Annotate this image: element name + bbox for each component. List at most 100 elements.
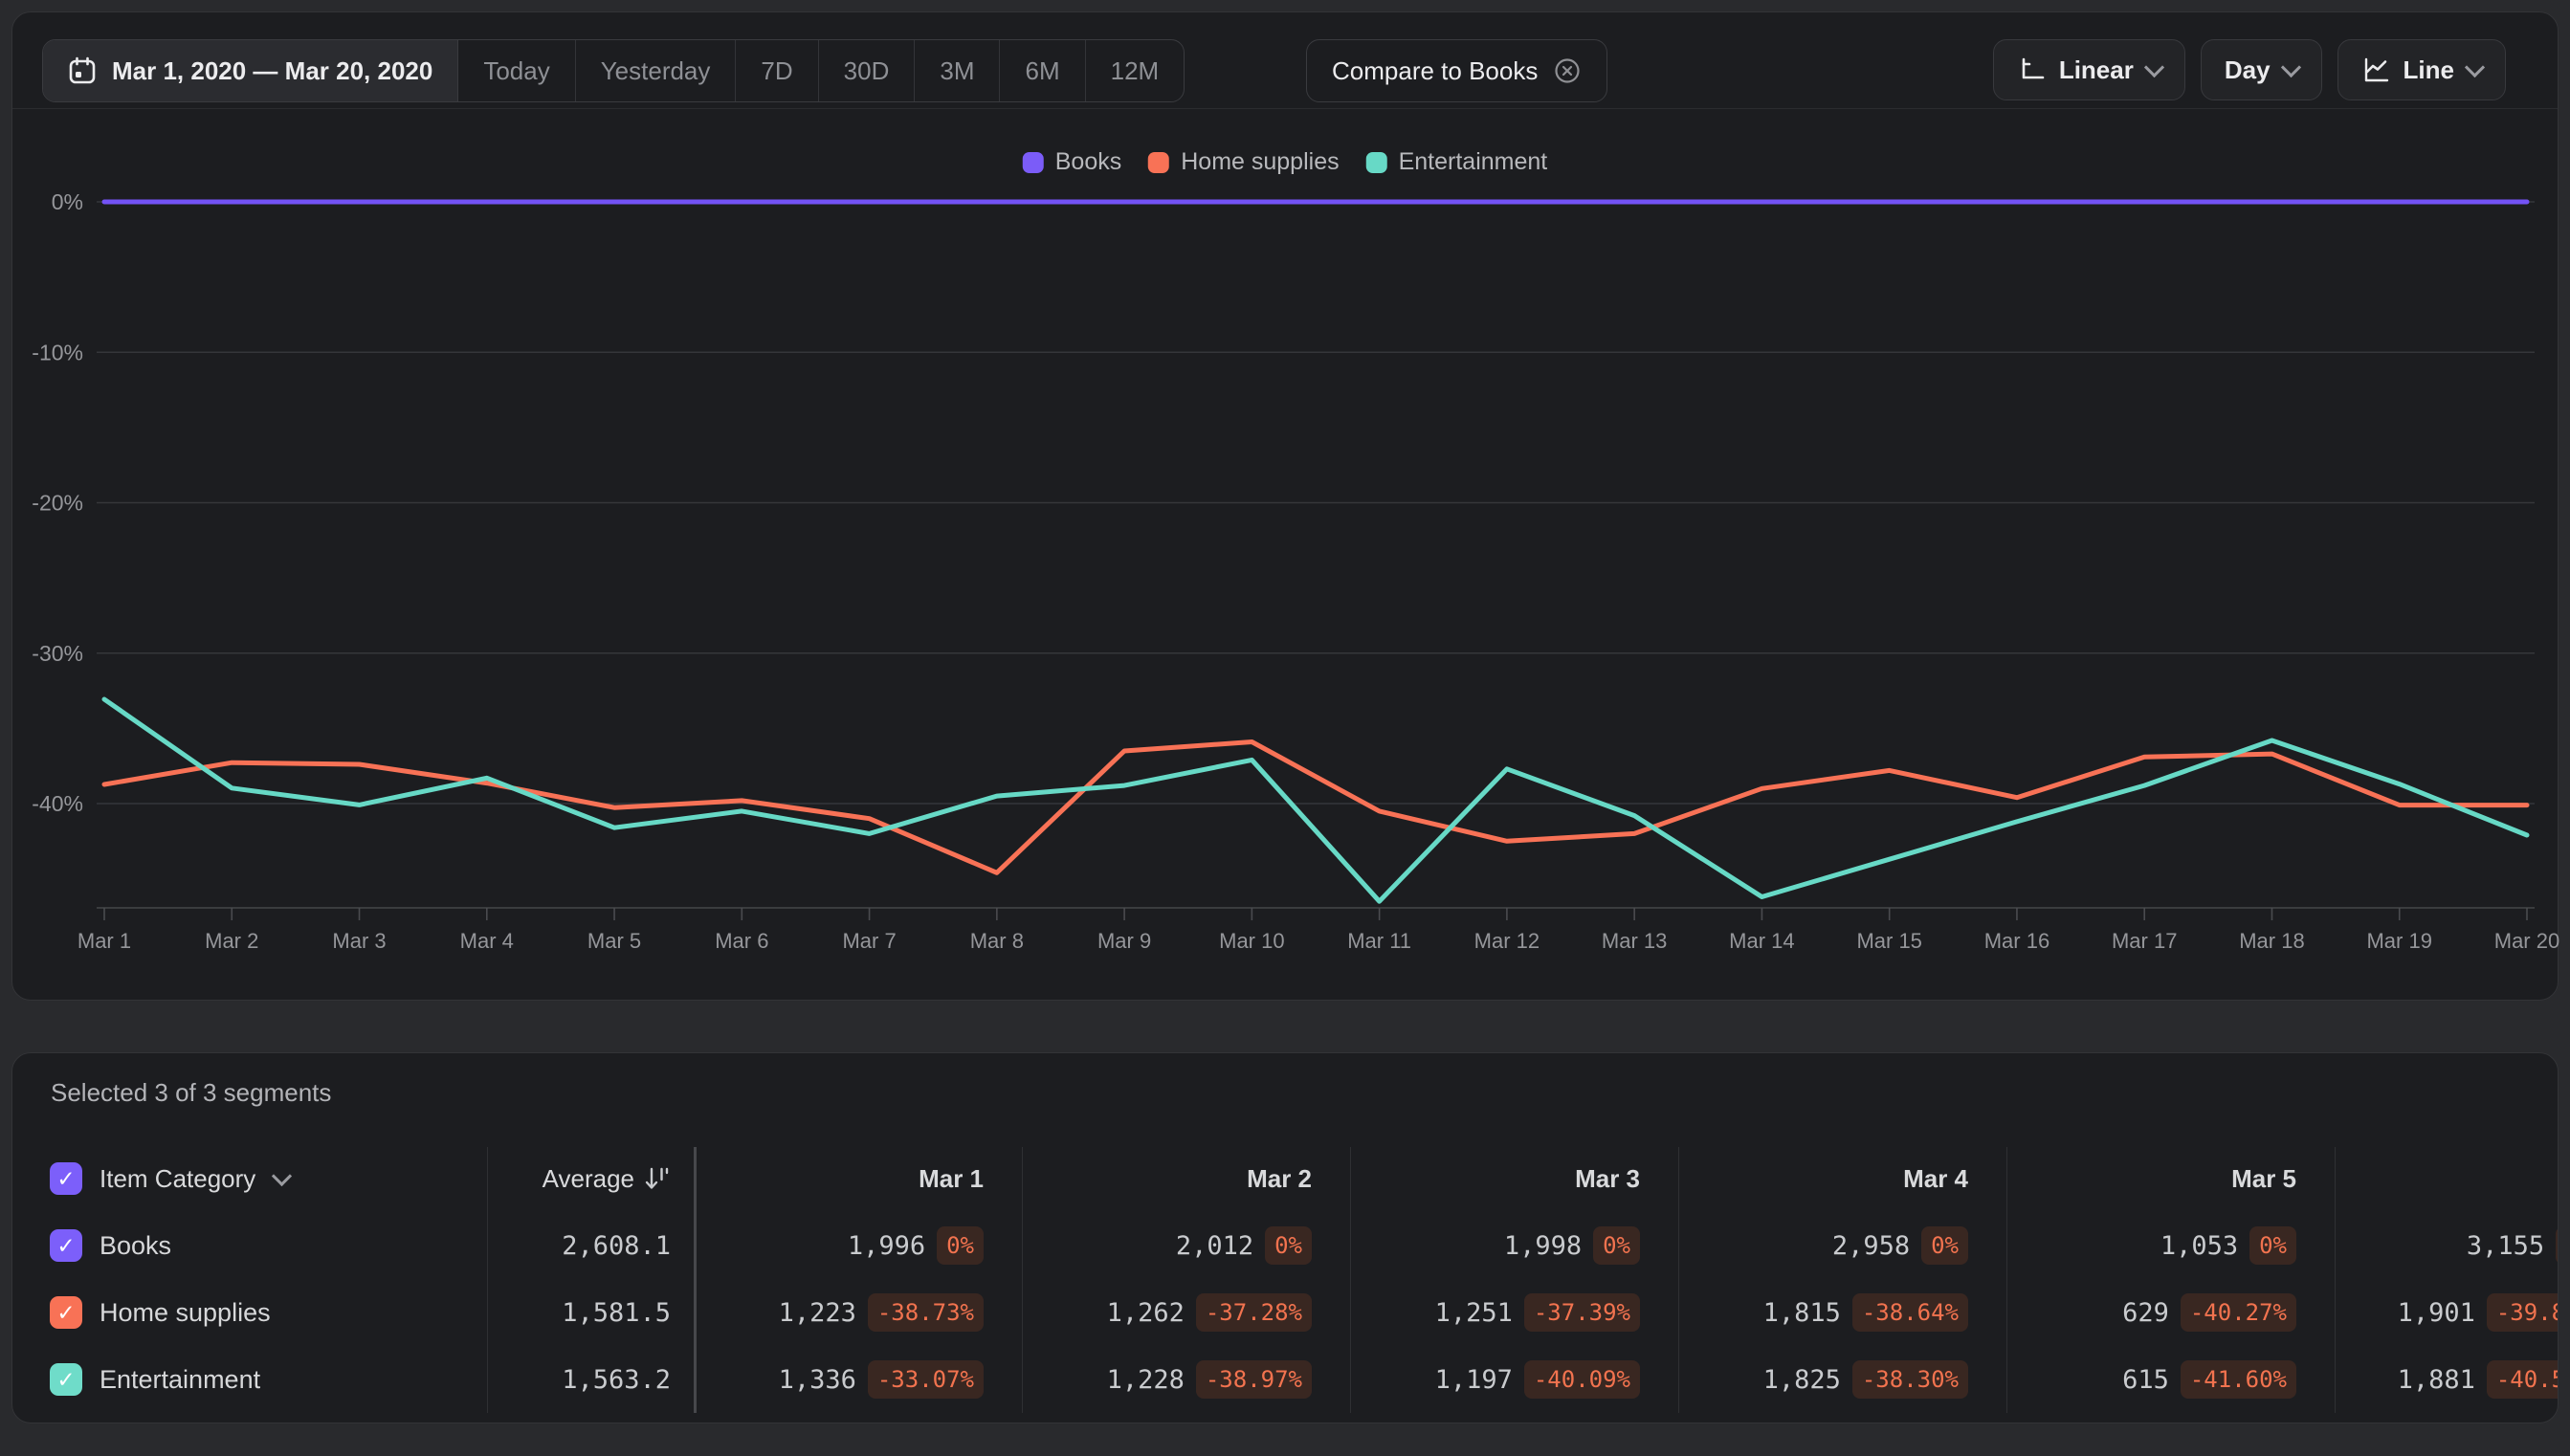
- quick-range-12m[interactable]: 12M: [1086, 40, 1185, 101]
- percent-change-badge: -33.07%: [867, 1360, 984, 1399]
- chart-type-dropdown[interactable]: Line: [2337, 39, 2506, 100]
- day-header-cell[interactable]: Mar 1: [694, 1164, 1022, 1194]
- x-axis-label: Mar 2: [205, 929, 258, 953]
- quick-range-yesterday[interactable]: Yesterday: [576, 40, 737, 101]
- percent-change-badge: -38.64%: [1851, 1293, 1968, 1332]
- day-value-cell: 2,012 0%: [1022, 1226, 1350, 1265]
- percent-change-badge: 0%: [1265, 1226, 1312, 1265]
- segment-checkbox[interactable]: ✓: [50, 1229, 82, 1262]
- day-value: 1,053: [2160, 1230, 2239, 1261]
- granularity-dropdown[interactable]: Day: [2200, 39, 2322, 100]
- average-header-label: Average: [542, 1163, 634, 1193]
- percent-change-badge: -38.97%: [1195, 1360, 1312, 1399]
- compare-chip[interactable]: Compare to Books: [1306, 39, 1608, 102]
- day-value-cell: 615 -41.60%: [2006, 1360, 2335, 1399]
- y-axis-label: -30%: [32, 641, 83, 666]
- sort-descending-icon[interactable]: [644, 1164, 671, 1193]
- remove-compare-icon[interactable]: [1553, 56, 1582, 85]
- date-range-button[interactable]: Mar 1, 2020 — Mar 20, 2020: [43, 40, 459, 101]
- segment-cell[interactable]: ✓ Home supplies: [50, 1296, 487, 1329]
- day-value: 1,901: [2397, 1297, 2475, 1328]
- day-header-cell[interactable]: Mar 4: [1678, 1164, 2006, 1194]
- percent-change-badge: -37.28%: [1195, 1293, 1312, 1332]
- scale-label: Linear: [2058, 55, 2134, 84]
- percent-change-badge: 0%: [937, 1226, 984, 1265]
- quick-range-today[interactable]: Today: [458, 40, 576, 101]
- day-value-cell: 1,336 -33.07%: [694, 1360, 1022, 1399]
- quick-range-30d[interactable]: 30D: [819, 40, 916, 101]
- day-value-cell: 1,053 0%: [2006, 1226, 2335, 1265]
- average-header-cell[interactable]: Average: [487, 1164, 694, 1194]
- x-axis-label: Mar 3: [332, 929, 386, 953]
- x-axis-label: Mar 5: [587, 929, 641, 953]
- column-divider: [487, 1147, 488, 1413]
- day-value-cell: 1,815 -38.64%: [1678, 1293, 2006, 1332]
- x-axis-label: Mar 6: [715, 929, 768, 953]
- segment-checkbox[interactable]: ✓: [50, 1363, 82, 1396]
- day-value-cell: 2,958 0%: [1678, 1226, 2006, 1265]
- day-header-cell[interactable]: Mar 2: [1022, 1164, 1350, 1194]
- day-value: 1,881: [2397, 1364, 2475, 1395]
- quick-range-6m[interactable]: 6M: [1000, 40, 1086, 101]
- percent-change-badge: -38.30%: [1851, 1360, 1968, 1399]
- table-header-row: ✓ Item Category Average Mar 1 Mar 2 Mar 3M…: [50, 1145, 2558, 1212]
- calendar-icon: [69, 56, 96, 84]
- x-axis-label: Mar 9: [1097, 929, 1151, 953]
- day-value: 1,825: [1762, 1364, 1841, 1395]
- chevron-down-icon: [272, 1165, 293, 1186]
- table-row: ✓ Entertainment 1,563.2 1,336 -33.07% 1,228 -3…: [50, 1346, 2558, 1413]
- day-header-cell[interactable]: Mar 3: [1350, 1164, 1678, 1194]
- average-value: 1,563.2: [562, 1364, 671, 1395]
- x-axis-label: Mar 1: [78, 929, 131, 953]
- segment-cell[interactable]: ✓ Entertainment: [50, 1363, 487, 1396]
- x-axis-label: Mar 15: [1856, 929, 1921, 953]
- column-divider: [1022, 1147, 1023, 1413]
- segment-label: Entertainment: [100, 1364, 261, 1394]
- quick-range-3m[interactable]: 3M: [915, 40, 1001, 101]
- date-range-label: Mar 1, 2020 — Mar 20, 2020: [112, 55, 433, 85]
- y-axis-label: 0%: [52, 189, 83, 214]
- category-header-cell[interactable]: ✓ Item Category: [50, 1162, 487, 1195]
- day-value: 1,336: [778, 1364, 856, 1395]
- day-value-cell: 1,998 0%: [1350, 1226, 1678, 1265]
- chart-tools: Linear Day Line: [1992, 39, 2506, 100]
- date-range-group: Mar 1, 2020 — Mar 20, 2020 Today Yesterda…: [42, 39, 1185, 102]
- column-divider: [2006, 1147, 2007, 1413]
- compare-chip-label: Compare to Books: [1332, 55, 1539, 85]
- percent-change-badge: -40.27%: [2180, 1293, 2296, 1332]
- series-line-home-supplies[interactable]: [101, 739, 2530, 875]
- quick-range-7d[interactable]: 7D: [736, 40, 819, 101]
- average-value: 1,581.5: [562, 1297, 671, 1328]
- day-value-cell: 629 -40.27%: [2006, 1293, 2335, 1332]
- percent-change-badge: -38.73%: [867, 1293, 984, 1332]
- chevron-down-icon: [2464, 56, 2486, 77]
- percent-change-badge: -39.80%: [2486, 1293, 2558, 1332]
- day-value-cell: 1,223 -38.73%: [694, 1293, 1022, 1332]
- x-axis-label: Mar 20: [2494, 929, 2559, 953]
- select-all-checkbox[interactable]: ✓: [50, 1162, 82, 1195]
- chevron-down-icon: [2143, 56, 2164, 77]
- day-value-cell: 1,197 -40.09%: [1350, 1360, 1678, 1399]
- chart-type-label: Line: [2403, 55, 2454, 84]
- y-axis-label: -10%: [32, 340, 83, 364]
- day-value: 2,012: [1175, 1230, 1254, 1261]
- percent-change-badge: 0%: [1593, 1226, 1640, 1265]
- day-value: 1,251: [1434, 1297, 1513, 1328]
- segment-checkbox[interactable]: ✓: [50, 1296, 82, 1329]
- x-axis-label: Mar 10: [1219, 929, 1284, 953]
- category-header-label: Item Category: [100, 1163, 256, 1193]
- day-header-cell[interactable]: Mar 5: [2006, 1164, 2335, 1194]
- column-divider: [1678, 1147, 1679, 1413]
- day-value: 1,262: [1106, 1297, 1185, 1328]
- segment-cell[interactable]: ✓ Books: [50, 1229, 487, 1262]
- day-value: 1,998: [1503, 1230, 1583, 1261]
- day-value: 1,197: [1434, 1364, 1513, 1395]
- day-value-cell: 1,881 -40.50%: [2335, 1360, 2558, 1399]
- toolbar: Mar 1, 2020 — Mar 20, 2020 Today Yesterda…: [12, 12, 2558, 109]
- series-line-entertainment[interactable]: [101, 696, 2530, 904]
- day-value-cell: 1,228 -38.97%: [1022, 1360, 1350, 1399]
- day-value-cell: 1,901 -39.80%: [2335, 1293, 2558, 1332]
- scale-dropdown[interactable]: Linear: [1992, 39, 2185, 100]
- chevron-down-icon: [2280, 56, 2301, 77]
- percent-change-badge: -41.60%: [2180, 1360, 2296, 1399]
